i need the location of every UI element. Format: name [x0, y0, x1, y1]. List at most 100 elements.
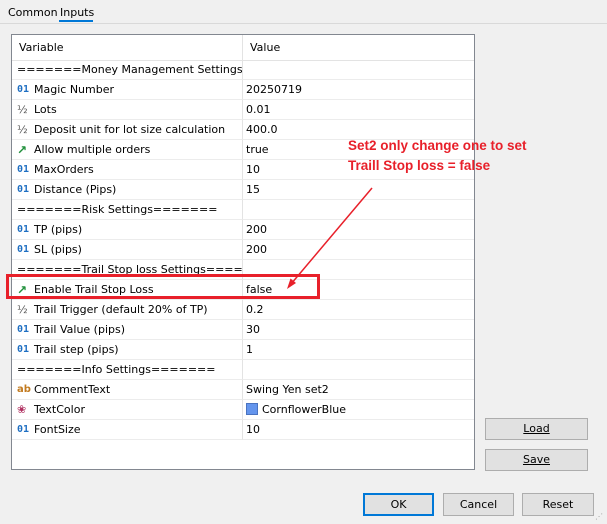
annotation-line-1: Set2 only change one to set	[348, 138, 527, 153]
reset-button[interactable]: Reset	[522, 493, 594, 516]
value-text: CornflowerBlue	[262, 403, 346, 416]
inputs-grid[interactable]: Variable Value =======Money Management S…	[11, 34, 475, 470]
integer-icon: 01	[17, 244, 30, 255]
variable-cell: 01 FontSize	[12, 420, 243, 440]
variable-cell: ↗ Allow multiple orders	[12, 140, 243, 160]
value-cell[interactable]: 30	[243, 320, 474, 340]
value-cell[interactable]: 0.01	[243, 100, 474, 120]
integer-icon: 01	[17, 224, 30, 235]
integer-icon: 01	[17, 344, 30, 355]
variable-cell: 01 Distance (Pips)	[12, 180, 243, 200]
bool-icon: ↗	[17, 143, 28, 157]
variable-cell: 01 Magic Number	[12, 80, 243, 100]
value-cell[interactable]	[243, 60, 474, 80]
column-header-value[interactable]: Value	[243, 35, 474, 60]
variable-name: CommentText	[34, 383, 111, 396]
variable-name: FontSize	[34, 423, 81, 436]
variable-cell: ½ Trail Trigger (default 20% of TP)	[12, 300, 243, 320]
variable-cell: =======Money Management Settings==...	[12, 60, 243, 80]
value-text: true	[246, 143, 269, 156]
value-cell[interactable]: 1	[243, 340, 474, 360]
annotation-line-2: Traill Stop loss = false	[348, 158, 491, 173]
table-row[interactable]: ❀ TextColor CornflowerBlue	[12, 400, 474, 420]
variable-cell: =======Risk Settings=======	[12, 200, 243, 220]
section-header-row[interactable]: =======Info Settings=======	[12, 360, 474, 380]
tab-divider	[0, 23, 607, 24]
integer-icon: 01	[17, 164, 30, 175]
section-header-row[interactable]: =======Money Management Settings==...	[12, 60, 474, 80]
variable-name: =======Money Management Settings==...	[17, 63, 243, 76]
variable-name: =======Risk Settings=======	[17, 203, 218, 216]
save-button-label: Save	[522, 453, 550, 466]
value-text: 20250719	[246, 83, 302, 96]
grid-header: Variable Value	[12, 35, 474, 61]
value-text: 0.2	[246, 303, 264, 316]
value-text: 15	[246, 183, 260, 196]
double-icon: ½	[17, 303, 28, 316]
variable-name: SL (pips)	[34, 243, 82, 256]
cancel-button[interactable]: Cancel	[443, 493, 514, 516]
value-cell[interactable]: Swing Yen set2	[243, 380, 474, 400]
double-icon: ½	[17, 123, 28, 136]
load-button[interactable]: Load	[485, 418, 588, 440]
variable-name: Trail Value (pips)	[34, 323, 126, 336]
variable-cell: ab CommentText	[12, 380, 243, 400]
active-tab-indicator	[59, 20, 93, 22]
variable-cell: 01 Trail Value (pips)	[12, 320, 243, 340]
highlight-box	[6, 274, 320, 299]
column-header-variable[interactable]: Variable	[12, 35, 243, 60]
value-text: 0.01	[246, 103, 271, 116]
table-row[interactable]: 01 SL (pips) 200	[12, 240, 474, 260]
variable-name: TP (pips)	[34, 223, 83, 236]
section-header-row[interactable]: =======Risk Settings=======	[12, 200, 474, 220]
color-swatch	[246, 403, 258, 415]
value-cell[interactable]: CornflowerBlue	[243, 400, 474, 420]
resize-grip-icon[interactable]: ⋰	[595, 512, 605, 522]
value-text: Swing Yen set2	[246, 383, 329, 396]
variable-name: MaxOrders	[34, 163, 94, 176]
variable-name: Distance (Pips)	[34, 183, 117, 196]
table-row[interactable]: ab CommentText Swing Yen set2	[12, 380, 474, 400]
value-text: 30	[246, 323, 260, 336]
value-cell[interactable]: 20250719	[243, 80, 474, 100]
table-row[interactable]: 01 Trail step (pips) 1	[12, 340, 474, 360]
table-row[interactable]: 01 FontSize 10	[12, 420, 474, 440]
variable-name: =======Info Settings=======	[17, 363, 216, 376]
value-cell[interactable]: 200	[243, 220, 474, 240]
integer-icon: 01	[17, 324, 30, 335]
variable-name: Deposit unit for lot size calculation	[34, 123, 226, 136]
value-cell[interactable]	[243, 360, 474, 380]
integer-icon: 01	[17, 84, 30, 95]
value-cell[interactable]: 10	[243, 420, 474, 440]
value-cell[interactable]	[243, 200, 474, 220]
variable-cell: ½ Deposit unit for lot size calculation	[12, 120, 243, 140]
table-row[interactable]: 01 Distance (Pips) 15	[12, 180, 474, 200]
variable-cell: 01 TP (pips)	[12, 220, 243, 240]
table-row[interactable]: ½ Lots 0.01	[12, 100, 474, 120]
table-row[interactable]: 01 Trail Value (pips) 30	[12, 320, 474, 340]
variable-name: Lots	[34, 103, 57, 116]
variable-name: Trail step (pips)	[34, 343, 119, 356]
ok-button[interactable]: OK	[363, 493, 434, 516]
tab-common[interactable]: Common	[8, 5, 58, 21]
variable-name: Magic Number	[34, 83, 115, 96]
integer-icon: 01	[17, 184, 30, 195]
table-row[interactable]: ½ Trail Trigger (default 20% of TP) 0.2	[12, 300, 474, 320]
tab-bar: Common Inputs	[0, 0, 607, 24]
variable-name: Trail Trigger (default 20% of TP)	[34, 303, 208, 316]
value-cell[interactable]: 15	[243, 180, 474, 200]
value-text: 10	[246, 163, 260, 176]
variable-cell: 01 SL (pips)	[12, 240, 243, 260]
double-icon: ½	[17, 103, 28, 116]
value-cell[interactable]: 200	[243, 240, 474, 260]
variable-name: Allow multiple orders	[34, 143, 151, 156]
variable-cell: 01 Trail step (pips)	[12, 340, 243, 360]
tab-inputs[interactable]: Inputs	[60, 5, 94, 21]
table-row[interactable]: 01 Magic Number 20250719	[12, 80, 474, 100]
table-row[interactable]: 01 TP (pips) 200	[12, 220, 474, 240]
string-icon: ab	[17, 384, 31, 395]
value-cell[interactable]: 0.2	[243, 300, 474, 320]
save-button[interactable]: Save	[485, 449, 588, 471]
value-text: 1	[246, 343, 253, 356]
value-text: 10	[246, 423, 260, 436]
